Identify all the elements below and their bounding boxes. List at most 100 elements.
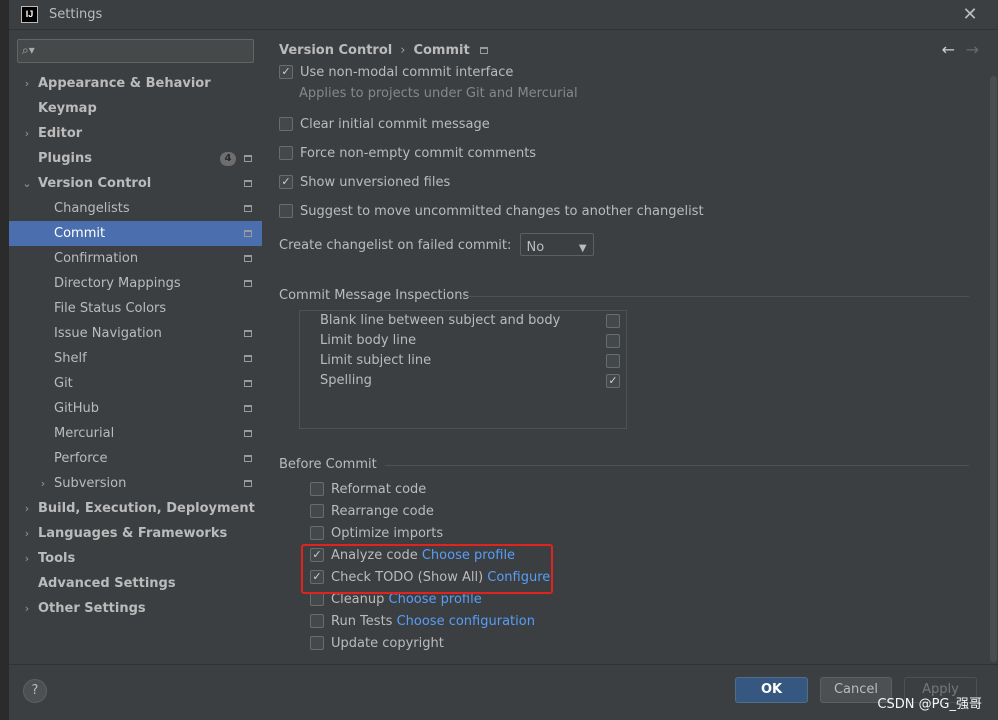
optimize-imports-checkbox[interactable] <box>310 525 324 540</box>
commit-settings-panel: Version Control › Commit ← → ✓ Use non-moda… <box>263 30 998 664</box>
run-tests-checkbox[interactable] <box>310 613 324 628</box>
sidebar-item-directory-mappings[interactable]: Directory Mappings <box>9 271 262 296</box>
inspection-spelling[interactable]: Spelling ✓ <box>320 371 624 391</box>
suggest-move-option[interactable]: Suggest to move uncommitted changes to a… <box>279 203 704 221</box>
before-commit-rearrange[interactable]: Rearrange code <box>310 503 434 521</box>
sidebar-item-github[interactable]: GitHub <box>9 396 262 421</box>
sidebar-item-shelf[interactable]: Shelf <box>9 346 262 371</box>
rearrange-code-checkbox[interactable] <box>310 503 324 518</box>
clear-initial-message-checkbox[interactable] <box>279 116 293 131</box>
sidebar-item-appearance-behavior[interactable]: › Appearance & Behavior <box>9 71 262 96</box>
project-scope-icon <box>244 280 252 287</box>
project-scope-icon <box>244 355 252 362</box>
analyze-choose-profile-link[interactable]: Choose profile <box>422 548 515 563</box>
chevron-right-icon[interactable]: › <box>21 546 33 571</box>
sidebar-item-plugins[interactable]: Plugins 4 <box>9 146 262 171</box>
sidebar-item-commit[interactable]: Commit <box>9 221 262 246</box>
sidebar-item-confirmation[interactable]: Confirmation <box>9 246 262 271</box>
before-commit-group-title: Before Commit <box>279 457 377 472</box>
before-commit-update-copyright[interactable]: Update copyright <box>310 635 444 653</box>
forward-arrow-icon[interactable]: → <box>966 40 979 59</box>
non-modal-commit-option[interactable]: ✓ Use non-modal commit interface <box>279 64 513 82</box>
sidebar-item-git[interactable]: Git <box>9 371 262 396</box>
inspection-label: Limit body line <box>320 333 417 348</box>
inspection-label: Spelling <box>320 373 372 388</box>
failed-commit-select[interactable]: No ▼ <box>519 233 594 256</box>
non-modal-commit-checkbox[interactable]: ✓ <box>279 64 293 79</box>
sidebar-item-file-status-colors[interactable]: File Status Colors <box>9 296 262 321</box>
run-tests-choose-configuration-link[interactable]: Choose configuration <box>397 614 535 629</box>
sidebar-item-other-settings[interactable]: › Other Settings <box>9 596 262 621</box>
sidebar-item-tools[interactable]: › Tools <box>9 546 262 571</box>
search-box[interactable]: ⌕▾ <box>17 39 254 63</box>
chevron-right-icon[interactable]: › <box>21 71 33 96</box>
sidebar-item-build-execution-deployment[interactable]: › Build, Execution, Deployment <box>9 496 262 521</box>
sidebar-item-label: Changelists <box>54 201 130 216</box>
before-commit-reformat[interactable]: Reformat code <box>310 481 426 499</box>
update-copyright-checkbox[interactable] <box>310 635 324 650</box>
help-button[interactable]: ? <box>23 679 47 703</box>
inspection-limit-subject[interactable]: Limit subject line <box>320 351 624 371</box>
sidebar-item-label: Plugins <box>38 151 92 166</box>
analyze-code-checkbox[interactable]: ✓ <box>310 547 324 562</box>
cleanup-choose-profile-link[interactable]: Choose profile <box>389 592 482 607</box>
reformat-code-checkbox[interactable] <box>310 481 324 496</box>
close-icon[interactable]: ✕ <box>959 4 981 26</box>
intellij-app-icon: IJ <box>21 6 38 23</box>
sidebar-item-subversion[interactable]: › Subversion <box>9 471 262 496</box>
search-input[interactable] <box>38 42 248 60</box>
inspection-limit-body[interactable]: Limit body line <box>320 331 624 351</box>
sidebar-item-issue-navigation[interactable]: Issue Navigation <box>9 321 262 346</box>
sidebar-item-label: Shelf <box>54 351 87 366</box>
chevron-right-icon[interactable]: › <box>21 596 33 621</box>
sidebar-item-label: Git <box>54 376 73 391</box>
inspection-blank-line[interactable]: Blank line between subject and body <box>320 311 624 331</box>
chevron-right-icon[interactable]: › <box>21 496 33 521</box>
sidebar-item-mercurial[interactable]: Mercurial <box>9 421 262 446</box>
group-divider <box>385 465 969 466</box>
sidebar-item-languages-frameworks[interactable]: › Languages & Frameworks <box>9 521 262 546</box>
sidebar-item-label: Perforce <box>54 451 108 466</box>
force-nonempty-comments-option[interactable]: Force non-empty commit comments <box>279 145 536 163</box>
before-commit-analyze-code[interactable]: ✓ Analyze code Choose profile <box>310 547 515 565</box>
before-commit-cleanup[interactable]: Cleanup Choose profile <box>310 591 482 609</box>
failed-commit-label: Create changelist on failed commit: <box>279 238 512 253</box>
before-commit-check-todo[interactable]: ✓ Check TODO (Show All) Configure <box>310 569 550 587</box>
clear-initial-message-option[interactable]: Clear initial commit message <box>279 116 490 134</box>
sidebar-item-advanced-settings[interactable]: Advanced Settings <box>9 571 262 596</box>
sidebar-item-label: GitHub <box>54 401 100 416</box>
chevron-right-icon[interactable]: › <box>21 521 33 546</box>
back-arrow-icon[interactable]: ← <box>942 40 955 59</box>
suggest-move-checkbox[interactable] <box>279 203 293 218</box>
breadcrumb-version-control[interactable]: Version Control <box>279 43 392 58</box>
sidebar-item-perforce[interactable]: Perforce <box>9 446 262 471</box>
before-commit-optimize-imports[interactable]: Optimize imports <box>310 525 443 543</box>
inspection-limit-subject-checkbox[interactable] <box>606 354 620 368</box>
sidebar-item-label: Editor <box>38 126 83 141</box>
chevron-right-icon[interactable]: › <box>37 471 49 496</box>
sidebar-item-label: Build, Execution, Deployment <box>38 501 255 516</box>
before-commit-run-tests[interactable]: Run Tests Choose configuration <box>310 613 535 631</box>
check-todo-checkbox[interactable]: ✓ <box>310 569 324 584</box>
chevron-down-icon[interactable]: ⌄ <box>21 171 33 196</box>
cleanup-checkbox[interactable] <box>310 591 324 606</box>
project-scope-icon <box>244 330 252 337</box>
ok-button[interactable]: OK <box>735 677 808 703</box>
failed-commit-select-value: No <box>526 240 545 255</box>
inspection-spelling-checkbox[interactable]: ✓ <box>606 374 620 388</box>
settings-tree: › Appearance & Behavior Keymap › Editor … <box>9 71 262 621</box>
sidebar-item-version-control[interactable]: ⌄ Version Control <box>9 171 262 196</box>
project-scope-icon <box>244 155 252 162</box>
sidebar-item-changelists[interactable]: Changelists <box>9 196 262 221</box>
inspection-blank-line-checkbox[interactable] <box>606 314 620 328</box>
chevron-right-icon[interactable]: › <box>21 121 33 146</box>
show-unversioned-option[interactable]: ✓ Show unversioned files <box>279 174 450 192</box>
force-nonempty-comments-checkbox[interactable] <box>279 145 293 160</box>
sidebar-item-editor[interactable]: › Editor <box>9 121 262 146</box>
todo-configure-link[interactable]: Configure <box>487 570 550 585</box>
inspection-limit-body-checkbox[interactable] <box>606 334 620 348</box>
vertical-scrollbar[interactable] <box>990 76 997 662</box>
show-unversioned-checkbox[interactable]: ✓ <box>279 174 293 189</box>
sidebar-item-keymap[interactable]: Keymap <box>9 96 262 121</box>
plugins-update-badge: 4 <box>220 152 236 166</box>
